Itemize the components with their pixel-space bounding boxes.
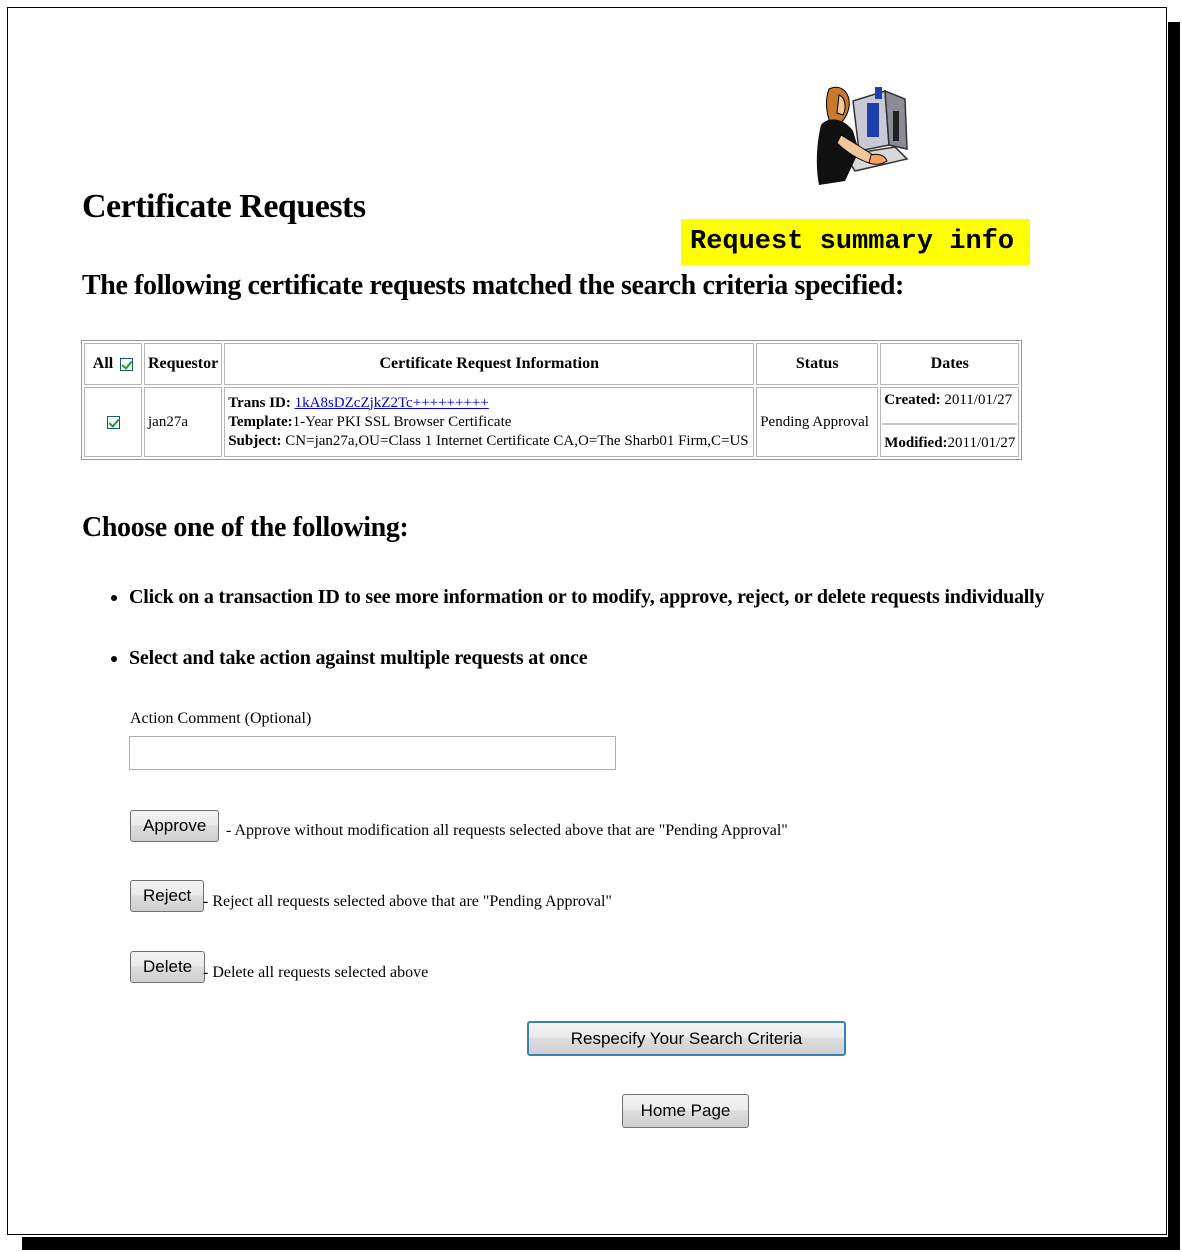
header-dates: Dates — [880, 343, 1020, 385]
frame-shadow-bottom — [22, 1237, 1180, 1250]
created-label: Created: — [884, 392, 941, 408]
row-select-cell — [84, 387, 142, 457]
header-all-label: All — [92, 355, 114, 372]
options-list: Click on a transaction ID to see more in… — [105, 586, 1045, 670]
option-individual: Click on a transaction ID to see more in… — [129, 586, 1045, 609]
header-status: Status — [756, 343, 879, 385]
table-header-row: All Requestor Certificate Request Inform… — [84, 343, 1020, 385]
reject-description: - Reject all requests selected above tha… — [203, 893, 612, 910]
choose-heading: Choose one of the following: — [82, 512, 409, 543]
dates-divider — [882, 423, 1018, 425]
header-requestor: Requestor — [144, 343, 223, 385]
status-cell: Pending Approval — [756, 387, 879, 457]
header-all: All — [84, 343, 142, 385]
action-comment-input[interactable] — [129, 736, 616, 770]
option-multiple: Select and take action against multiple … — [129, 647, 1044, 670]
frame-shadow-right — [1168, 22, 1180, 1250]
results-subtitle: The following certificate requests match… — [82, 270, 904, 301]
created-value: 2011/01/27 — [944, 392, 1013, 408]
page-title: Certificate Requests — [82, 188, 366, 225]
reject-button[interactable]: Reject — [130, 880, 205, 912]
template-value: 1-Year PKI SSL Browser Certificate — [292, 413, 512, 430]
respecify-search-button[interactable]: Respecify Your Search Criteria — [527, 1021, 846, 1056]
modified-label: Modified: — [884, 435, 948, 451]
dates-cell: Created: 2011/01/27 Modified:2011/01/27 — [880, 387, 1020, 457]
delete-button[interactable]: Delete — [130, 951, 206, 983]
subject-label: Subject: — [228, 432, 282, 449]
subject-value: CN=jan27a,OU=Class 1 Internet Certificat… — [285, 432, 749, 449]
modified-date: Modified:2011/01/27 — [881, 431, 1018, 456]
action-comment-label: Action Comment (Optional) — [130, 710, 312, 727]
trans-id-link[interactable]: 1kA8sDZcZjkZ2Tc+++++++++ — [295, 395, 489, 411]
header-info: Certificate Request Information — [224, 343, 755, 385]
person-at-computer-clipart-icon — [816, 86, 909, 185]
row-select-checkbox[interactable] — [106, 415, 120, 429]
home-page-button[interactable]: Home Page — [622, 1094, 749, 1128]
template-label: Template: — [228, 413, 293, 430]
trans-id-label: Trans ID: — [228, 394, 291, 411]
created-date: Created: 2011/01/27 — [881, 388, 1018, 413]
delete-description: - Delete all requests selected above — [203, 964, 429, 981]
modified-value: 2011/01/27 — [947, 435, 1016, 451]
select-all-checkbox[interactable] — [120, 357, 134, 371]
approve-description: - Approve without modification all reque… — [226, 822, 788, 839]
table-row: jan27a Trans ID: 1kA8sDZcZjkZ2Tc++++++++… — [84, 387, 1020, 457]
requests-table: All Requestor Certificate Request Inform… — [81, 340, 1023, 460]
approve-button[interactable]: Approve — [130, 810, 220, 842]
requestor-cell: jan27a — [144, 387, 223, 457]
request-info-cell: Trans ID: 1kA8sDZcZjkZ2Tc+++++++++ Templ… — [224, 387, 755, 457]
request-summary-callout: Request summary info — [681, 219, 1030, 265]
